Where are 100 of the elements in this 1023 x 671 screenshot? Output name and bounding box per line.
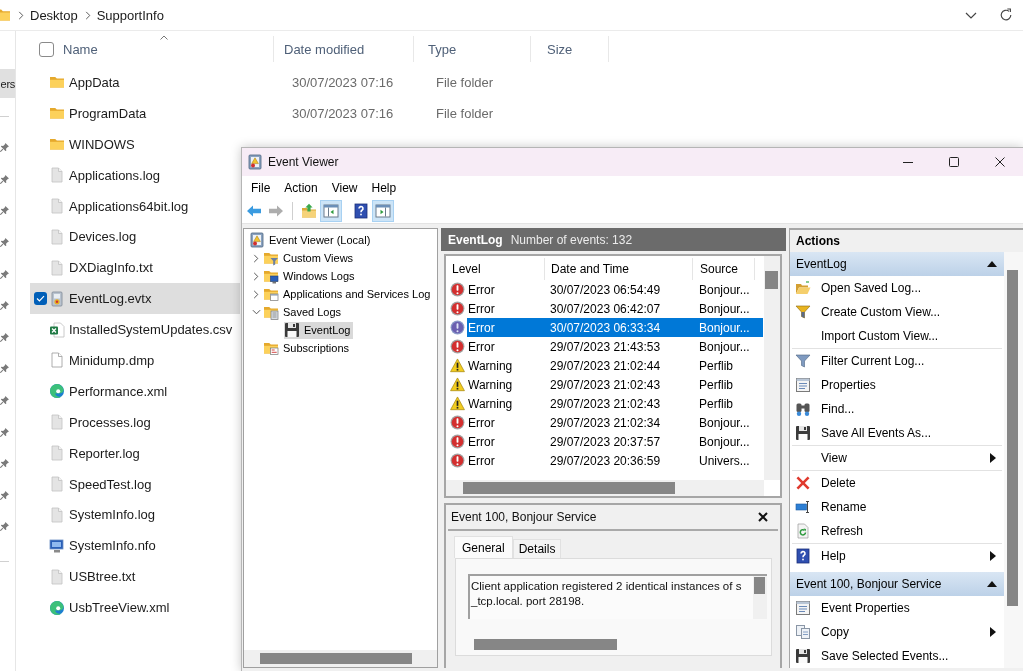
chevron-down-icon[interactable] — [965, 11, 977, 19]
source-cell: Bonjour... — [699, 301, 750, 316]
file-row[interactable]: ProgramData — [30, 97, 240, 129]
command-link[interactable]: Open Saved Log... — [790, 276, 1004, 300]
file-row[interactable]: UsbTreeView.xml — [30, 592, 240, 624]
tree-item[interactable]: Saved Logs — [263, 303, 345, 321]
document-icon — [49, 198, 65, 214]
column-header[interactable]: Date and Time — [545, 258, 693, 280]
command-link[interactable]: Import Custom View... — [790, 324, 1004, 348]
command-link[interactable]: View — [790, 446, 1004, 470]
file-row[interactable]: Reporter.log — [30, 437, 240, 469]
command-link[interactable]: Create Custom View... — [790, 300, 1004, 324]
refresh-icon — [795, 523, 811, 539]
command-link[interactable]: Rename — [790, 495, 1004, 519]
scrollbar-thumb[interactable] — [1007, 270, 1018, 606]
date-cell: 30/07/2023 07:16 — [292, 105, 394, 121]
open-folder-icon — [795, 280, 811, 296]
event-row[interactable]: Warning 29/07/2023 21:02:43 Perflib — [467, 394, 763, 413]
chevron-right-icon[interactable] — [253, 253, 259, 263]
command-link[interactable]: Delete — [790, 471, 1004, 495]
command-link[interactable]: Find... — [790, 397, 1004, 421]
chevron-right-icon[interactable] — [253, 271, 259, 281]
column-header[interactable]: Size — [531, 31, 608, 67]
event-row[interactable]: Error 29/07/2023 21:43:53 Bonjour... — [467, 337, 763, 356]
refresh-icon[interactable] — [999, 8, 1013, 22]
breadcrumb-item[interactable]: SupportInfo — [96, 7, 164, 23]
file-row[interactable]: SpeedTest.log — [30, 468, 240, 500]
file-row[interactable]: Applications64bit.log — [30, 190, 240, 222]
event-row[interactable]: Warning 29/07/2023 21:02:43 Perflib — [467, 375, 763, 394]
file-row[interactable]: DXDiagInfo.txt — [30, 252, 240, 284]
file-row[interactable]: EventLog.evtx — [30, 283, 240, 315]
scrollbar-thumb[interactable] — [260, 653, 412, 664]
scrollbar-thumb[interactable] — [754, 577, 765, 594]
tab[interactable]: General — [454, 536, 513, 558]
file-row[interactable]: InstalledSystemUpdates.csv — [30, 314, 240, 345]
command-link[interactable]: Copy — [790, 620, 1004, 644]
command-link[interactable]: Help — [790, 544, 1004, 568]
command-link[interactable]: Filter Current Log... — [790, 349, 1004, 373]
nav-item[interactable]: ers — [0, 69, 15, 98]
tree-item[interactable]: Event Viewer (Local) — [249, 231, 374, 249]
level-cell: Error — [468, 415, 495, 430]
close-icon[interactable] — [758, 512, 768, 522]
tree-item[interactable]: Windows Logs — [263, 267, 358, 285]
file-row[interactable]: WINDOWS — [30, 128, 240, 160]
checkbox[interactable] — [34, 292, 47, 306]
section-header[interactable]: EventLog — [790, 252, 1004, 276]
command-link[interactable]: Refresh — [790, 519, 1004, 543]
command-link[interactable]: Save All Events As... — [790, 421, 1004, 445]
column-header[interactable]: Name — [54, 31, 273, 67]
file-row[interactable]: SystemInfo.log — [30, 499, 240, 531]
event-row[interactable]: Error 29/07/2023 21:02:34 Bonjour... — [467, 413, 763, 432]
breadcrumb-item[interactable]: Desktop — [30, 7, 78, 23]
tree-item[interactable]: Custom Views — [263, 249, 357, 267]
checkbox[interactable] — [39, 41, 54, 57]
column-header[interactable]: Date modified — [274, 31, 413, 67]
help-icon — [795, 548, 811, 564]
chevron-right-icon[interactable] — [253, 289, 259, 299]
document-icon — [49, 506, 65, 523]
column-header[interactable]: Source — [693, 258, 755, 280]
folder-icon — [49, 105, 65, 122]
menu-item[interactable]: View — [324, 176, 365, 199]
file-row[interactable]: AppData — [30, 67, 240, 98]
section-header[interactable]: Event 100, Bonjour Service — [790, 572, 1004, 596]
scrollbar-thumb[interactable] — [474, 639, 617, 650]
file-name: EventLog.evtx — [69, 291, 152, 307]
event-row[interactable]: Error 30/07/2023 06:42:07 Bonjour... — [467, 299, 763, 318]
file-row[interactable]: Performance.xml — [30, 375, 240, 407]
date-cell: 29/07/2023 20:37:57 — [550, 434, 661, 449]
event-row[interactable]: Error 29/07/2023 20:36:59 Univers... — [467, 451, 763, 470]
command-link[interactable]: Save Selected Events... — [790, 644, 1004, 668]
file-row[interactable]: Minidump.dmp — [30, 345, 240, 376]
menu-item[interactable]: File — [244, 176, 278, 199]
command-link[interactable]: Properties — [790, 373, 1004, 397]
tree-item[interactable]: EventLog — [284, 321, 354, 339]
command-link[interactable]: Event Properties — [790, 596, 1004, 620]
file-row[interactable]: Processes.log — [30, 406, 240, 438]
show-tree-button[interactable] — [320, 200, 342, 222]
funnel-icon — [795, 353, 811, 369]
date-cell: 29/07/2023 21:43:53 — [550, 339, 661, 354]
event-row[interactable]: Warning 29/07/2023 21:02:44 Perflib — [467, 356, 763, 375]
maximize-icon — [949, 157, 959, 167]
tab[interactable]: Details — [512, 539, 562, 558]
menu-item[interactable]: Action — [277, 176, 325, 199]
column-header[interactable]: Level — [446, 258, 545, 280]
source-cell: Bonjour... — [699, 434, 750, 449]
file-name: UsbTreeView.xml — [69, 600, 170, 616]
tree-item[interactable]: Applications and Services Log — [263, 285, 434, 303]
file-row[interactable]: Devices.log — [30, 221, 240, 253]
file-row[interactable]: SystemInfo.nfo — [30, 530, 240, 562]
tree-item[interactable]: Subscriptions — [263, 339, 353, 357]
log-book-icon — [49, 290, 65, 307]
event-row[interactable]: Error 29/07/2023 20:37:57 Bonjour... — [467, 432, 763, 451]
file-row[interactable]: Applications.log — [30, 159, 240, 191]
file-row[interactable]: USBtree.txt — [30, 561, 240, 593]
event-row[interactable]: Error 30/07/2023 06:33:34 Bonjour... — [467, 318, 763, 337]
event-row[interactable]: Error 30/07/2023 06:54:49 Bonjour... — [467, 280, 763, 299]
column-header[interactable]: Type — [414, 31, 530, 67]
scrollbar-thumb[interactable] — [765, 271, 778, 289]
scrollbar-thumb[interactable] — [463, 482, 675, 494]
menu-item[interactable]: Help — [364, 176, 404, 199]
